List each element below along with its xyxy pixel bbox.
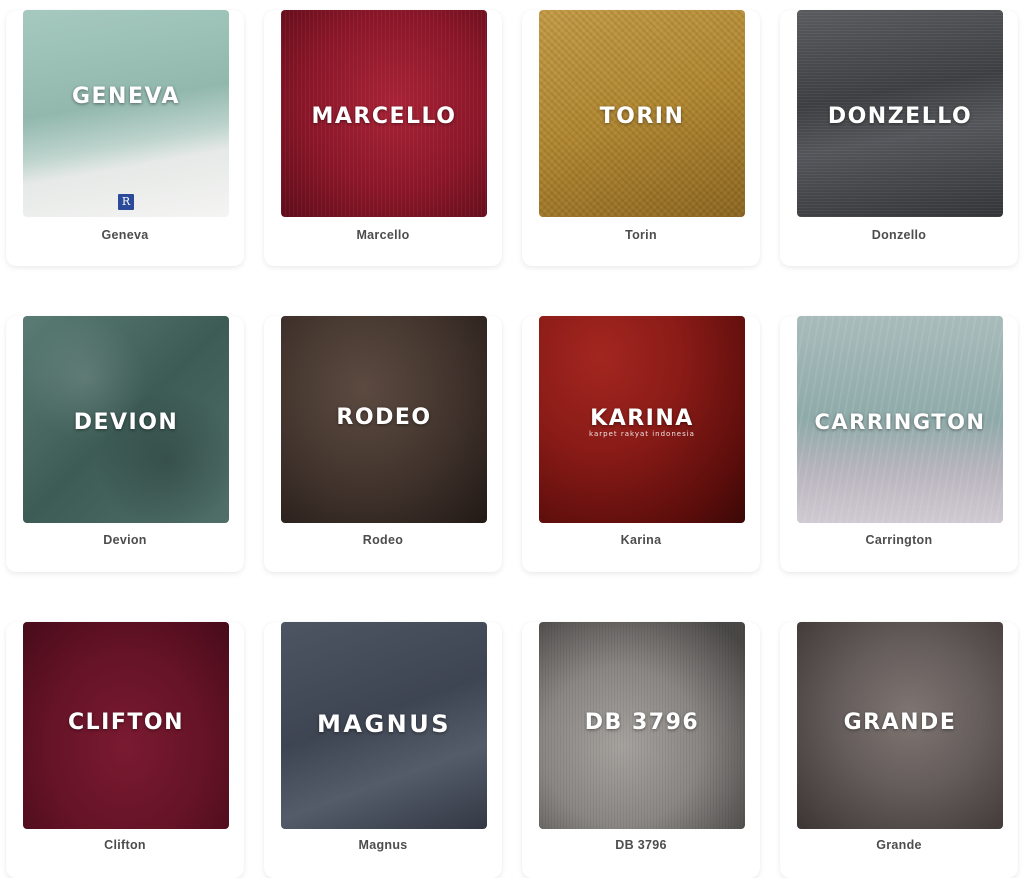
fabric-swatch-image[interactable]: RODEO [281,316,487,523]
product-name: Clifton [104,838,146,852]
fabric-swatch-image[interactable]: DB 3796 [539,622,745,829]
product-name: Donzello [871,228,927,242]
product-name: Marcello [356,228,410,242]
product-card[interactable]: MAGNUS Magnus [264,622,502,878]
product-card[interactable]: MARCELLO Marcello [264,10,502,266]
swatch-overlay-subtitle: karpet rakyat indonesia [589,430,695,438]
product-name: Grande [876,838,922,852]
fabric-swatch-image[interactable]: CARRINGTON [797,316,1003,523]
fabric-swatch-image[interactable]: MARCELLO [281,10,487,217]
product-name: Devion [103,533,147,547]
brand-logo-icon: R [118,194,134,210]
fabric-swatch-image[interactable]: TORIN [539,10,745,217]
product-name: Carrington [865,533,933,547]
product-card[interactable]: TORIN Torin [522,10,760,266]
product-card[interactable]: GRANDE Grande [780,622,1018,878]
fabric-swatch-image[interactable]: KARINA karpet rakyat indonesia [539,316,745,523]
product-name: Torin [625,228,657,242]
swatch-overlay-text: GRANDE [843,710,957,735]
swatch-overlay-text: TORIN [599,104,685,129]
fabric-swatch-image[interactable]: GRANDE [797,622,1003,829]
fabric-swatch-image[interactable]: DEVION [23,316,229,523]
fabric-swatch-image[interactable]: MAGNUS [281,622,487,829]
product-card[interactable]: DONZELLO Donzello [780,10,1018,266]
swatch-overlay-text: DONZELLO [827,104,973,129]
swatch-overlay-text: DB 3796 [584,710,700,735]
swatch-overlay-text: MAGNUS [316,710,451,738]
swatch-overlay-text: MARCELLO [311,104,457,129]
fabric-swatch-image[interactable]: CLIFTON [23,622,229,829]
product-name: Magnus [358,838,408,852]
swatch-overlay-text: RODEO [336,405,432,430]
product-card[interactable]: CLIFTON Clifton [6,622,244,878]
fabric-swatch-image[interactable]: GENEVA R [23,10,229,217]
swatch-overlay-text: KARINA [590,406,694,431]
swatch-overlay-text: GENEVA [71,84,181,109]
swatch-overlay-text: DEVION [73,410,179,435]
product-card[interactable]: GENEVA R Geneva [6,10,244,266]
product-name: DB 3796 [615,838,667,852]
product-card[interactable]: RODEO Rodeo [264,316,502,572]
fabric-texture [23,10,229,217]
fabric-swatch-image[interactable]: DONZELLO [797,10,1003,217]
product-card[interactable]: DB 3796 DB 3796 [522,622,760,878]
product-card[interactable]: KARINA karpet rakyat indonesia Karina [522,316,760,572]
product-card[interactable]: DEVION Devion [6,316,244,572]
swatch-overlay-text: CARRINGTON [814,410,986,434]
swatch-overlay-text: CLIFTON [68,710,184,735]
product-name: Karina [620,533,662,547]
product-card[interactable]: CARRINGTON Carrington [780,316,1018,572]
product-name: Rodeo [362,533,404,547]
product-name: Geneva [101,228,149,242]
